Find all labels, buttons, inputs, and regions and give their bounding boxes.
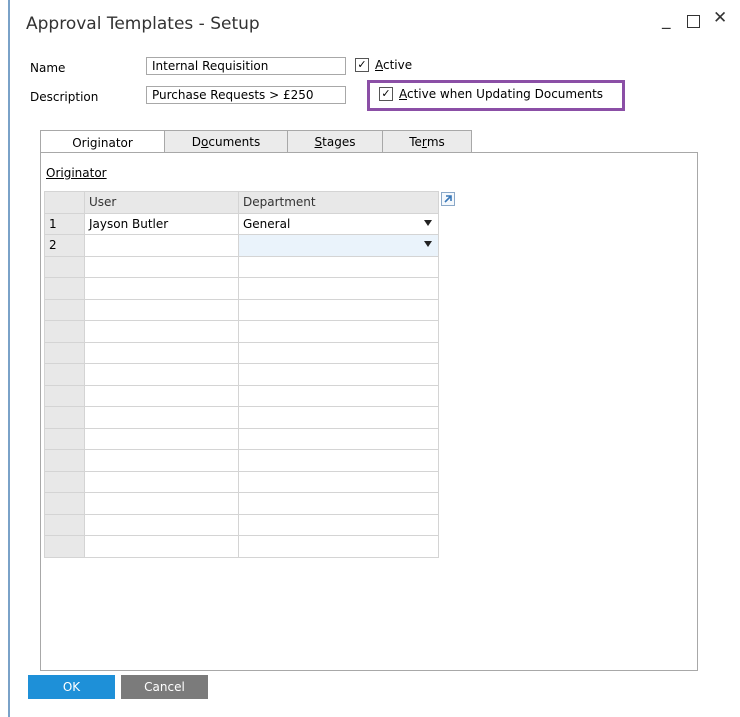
description-label: Description [30, 90, 99, 104]
user-cell[interactable] [84, 277, 239, 300]
table-row[interactable] [44, 363, 439, 386]
cancel-button[interactable]: Cancel [121, 675, 208, 699]
user-cell[interactable] [84, 363, 239, 386]
table-row[interactable] [44, 470, 439, 493]
column-header-user[interactable]: User [84, 191, 239, 214]
table-row[interactable] [44, 492, 439, 515]
table-row[interactable] [44, 298, 439, 321]
user-cell[interactable] [84, 406, 239, 429]
department-cell[interactable] [238, 277, 439, 300]
grid-header-row: User Department [44, 191, 439, 214]
table-row[interactable] [44, 255, 439, 278]
table-row[interactable]: 2 [44, 234, 439, 257]
close-button[interactable]: ✕ [713, 8, 727, 28]
table-row[interactable] [44, 320, 439, 343]
department-cell[interactable] [238, 449, 439, 472]
user-cell[interactable] [84, 427, 239, 450]
user-cell[interactable] [84, 535, 239, 558]
window-title: Approval Templates - Setup [26, 14, 260, 34]
section-title: Originator [46, 166, 107, 180]
user-cell[interactable]: Jayson Butler [84, 212, 239, 235]
department-cell[interactable] [238, 341, 439, 364]
table-row[interactable] [44, 427, 439, 450]
active-update-checkbox-group[interactable]: ✓ Active when Updating Documents [379, 87, 603, 101]
active-when-updating-label: Active when Updating Documents [399, 87, 604, 101]
department-cell[interactable] [238, 470, 439, 493]
active-checkbox-group[interactable]: ✓ Active [355, 58, 412, 72]
expand-arrow-icon[interactable] [441, 192, 455, 206]
ok-button[interactable]: OK [28, 675, 115, 699]
name-field[interactable]: Internal Requisition [146, 57, 346, 75]
window-left-border [8, 0, 10, 717]
user-cell[interactable] [84, 384, 239, 407]
department-cell[interactable] [238, 363, 439, 386]
user-cell[interactable] [84, 298, 239, 321]
tab-documents[interactable]: Do cuments [164, 130, 288, 153]
column-header-department[interactable]: Department [238, 191, 439, 214]
originator-grid: User Department 1 Jayson Butler General … [44, 191, 439, 558]
row-number: 2 [44, 234, 85, 257]
table-row[interactable] [44, 513, 439, 536]
tab-bar: Ori g inator Do cuments Stages Te r ms [40, 130, 472, 154]
table-row[interactable] [44, 277, 439, 300]
tab-originator[interactable]: Ori g inator [40, 130, 165, 154]
row-number: 1 [44, 212, 85, 235]
department-cell[interactable] [238, 492, 439, 515]
table-row[interactable] [44, 384, 439, 407]
active-checkbox-label: Active [375, 58, 413, 72]
name-label: Name [30, 61, 66, 75]
department-dropdown[interactable]: General [238, 212, 439, 235]
department-cell[interactable] [238, 255, 439, 278]
user-cell[interactable] [84, 513, 239, 536]
table-row[interactable] [44, 406, 439, 429]
user-cell[interactable] [84, 234, 239, 257]
minimize-button[interactable]: _ [662, 10, 671, 30]
description-field[interactable]: Purchase Requests > £250 [146, 86, 346, 104]
user-cell[interactable] [84, 470, 239, 493]
user-cell[interactable] [84, 255, 239, 278]
active-when-updating-checkbox[interactable]: ✓ [379, 87, 393, 101]
department-cell[interactable] [238, 298, 439, 321]
row-number-header [44, 191, 85, 214]
tab-stages[interactable]: Stages [287, 130, 383, 153]
maximize-button[interactable] [687, 15, 700, 28]
user-cell[interactable] [84, 341, 239, 364]
department-cell[interactable] [238, 406, 439, 429]
table-row[interactable]: 1 Jayson Butler General [44, 212, 439, 235]
table-row[interactable] [44, 449, 439, 472]
department-dropdown[interactable] [238, 234, 439, 257]
department-cell[interactable] [238, 320, 439, 343]
user-cell[interactable] [84, 320, 239, 343]
department-value: General [243, 216, 291, 231]
active-checkbox[interactable]: ✓ [355, 58, 369, 72]
tab-terms[interactable]: Te r ms [382, 130, 472, 153]
dropdown-arrow-icon[interactable] [424, 241, 432, 247]
department-cell[interactable] [238, 513, 439, 536]
department-cell[interactable] [238, 427, 439, 450]
department-cell[interactable] [238, 535, 439, 558]
user-cell[interactable] [84, 492, 239, 515]
dropdown-arrow-icon[interactable] [424, 219, 432, 226]
table-row[interactable] [44, 535, 439, 558]
department-cell[interactable] [238, 384, 439, 407]
table-row[interactable] [44, 341, 439, 364]
user-cell[interactable] [84, 449, 239, 472]
